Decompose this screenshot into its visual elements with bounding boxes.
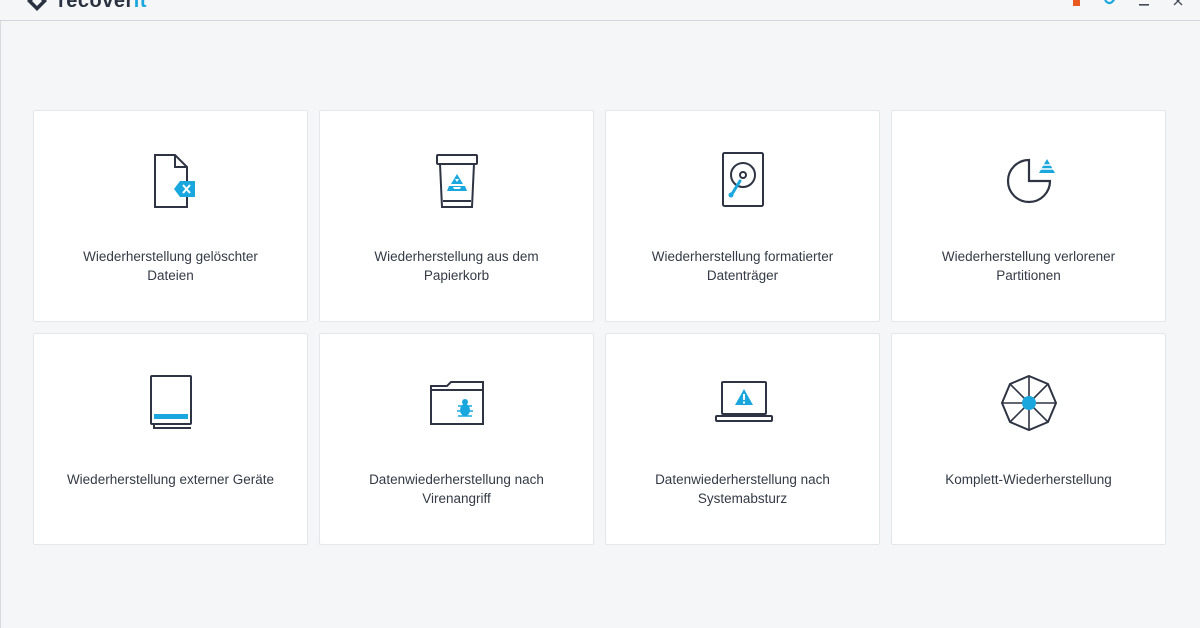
window-left-border bbox=[0, 0, 1, 628]
card-formatted-drive[interactable]: Wiederherstellung formatierter Datenträge… bbox=[605, 110, 880, 322]
recycle-bin-icon bbox=[427, 151, 487, 211]
logo-mark-icon bbox=[26, 0, 48, 12]
crashed-laptop-icon bbox=[713, 374, 773, 434]
partition-icon bbox=[999, 151, 1059, 211]
close-icon[interactable] bbox=[1172, 0, 1184, 8]
card-label: Wiederherstellung externer Geräte bbox=[66, 472, 275, 487]
card-deleted-files[interactable]: Wiederherstellung gelöschter Dateien bbox=[33, 110, 308, 322]
card-complete-recovery[interactable]: Komplett-Wiederherstellung bbox=[891, 333, 1166, 545]
card-virus-attack[interactable]: Datenwiederherstellung nach Virenangriff bbox=[319, 333, 594, 545]
card-external-devices[interactable]: Wiederherstellung externer Geräte bbox=[33, 333, 308, 545]
card-label: Komplett-Wiederherstellung bbox=[945, 472, 1112, 487]
minimize-icon[interactable] bbox=[1138, 0, 1150, 8]
deleted-file-icon bbox=[141, 151, 201, 211]
card-label: Wiederherstellung verlorener Partitionen bbox=[941, 249, 1116, 283]
full-recovery-icon bbox=[999, 374, 1059, 434]
external-device-icon bbox=[141, 374, 201, 434]
twitter-icon[interactable] bbox=[1104, 0, 1116, 8]
card-label: Datenwiederherstellung nach Systemabsturz bbox=[655, 472, 830, 506]
logo-text: recoverit bbox=[58, 0, 147, 12]
card-label: Wiederherstellung formatierter Datenträge… bbox=[651, 249, 834, 283]
title-bar: recoverit bbox=[0, 0, 1200, 21]
card-label: Wiederherstellung aus dem Papierkorb bbox=[374, 249, 539, 283]
recovery-options-grid: Wiederherstellung gelöschter Dateien Wied… bbox=[33, 110, 1169, 545]
card-label: Wiederherstellung gelöschter Dateien bbox=[83, 249, 258, 283]
card-recycle-bin[interactable]: Wiederherstellung aus dem Papierkorb bbox=[319, 110, 594, 322]
app-logo: recoverit bbox=[26, 0, 147, 14]
hard-drive-icon bbox=[713, 151, 773, 211]
cart-icon[interactable] bbox=[1070, 0, 1082, 8]
card-system-crash[interactable]: Datenwiederherstellung nach Systemabsturz bbox=[605, 333, 880, 545]
virus-folder-icon bbox=[427, 374, 487, 434]
card-lost-partitions[interactable]: Wiederherstellung verlorener Partitionen bbox=[891, 110, 1166, 322]
card-label: Datenwiederherstellung nach Virenangriff bbox=[369, 472, 544, 506]
